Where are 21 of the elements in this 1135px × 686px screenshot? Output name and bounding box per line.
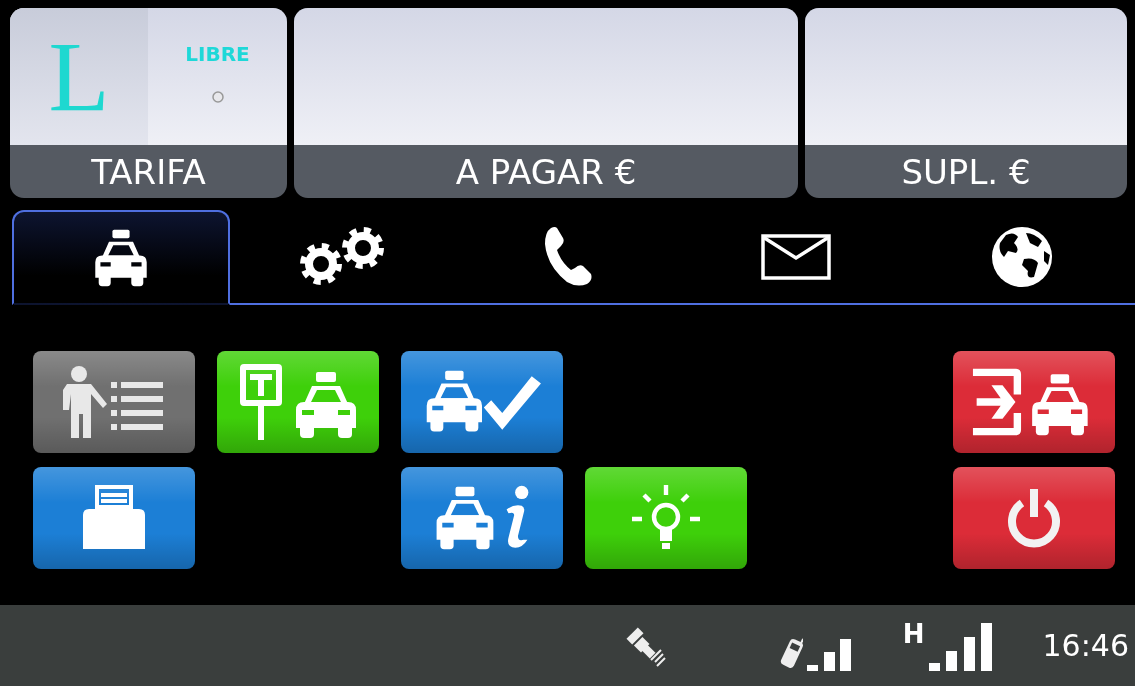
network-type: H	[902, 620, 925, 647]
panel-label: TARIFA	[90, 150, 207, 194]
action-button[interactable]	[585, 467, 747, 569]
taxi-stand-icon	[238, 362, 358, 442]
action-button[interactable]	[953, 351, 1115, 453]
panel-label: A PAGAR €	[454, 150, 638, 194]
panel-label: SUPL. €	[900, 150, 1032, 194]
tariff-letter: L	[48, 26, 110, 127]
action-button[interactable]	[217, 351, 379, 453]
action-button[interactable]	[401, 351, 563, 453]
tab[interactable]	[12, 210, 230, 305]
indicator-icon	[210, 90, 225, 104]
action-button[interactable]	[33, 351, 195, 453]
mail-icon	[760, 233, 831, 280]
signal-bars-icon	[928, 622, 993, 671]
action-button[interactable]	[401, 467, 563, 569]
globe-icon	[989, 224, 1054, 289]
clock-time: 16:46	[1042, 628, 1129, 663]
tariff-status: LIBRE	[185, 42, 250, 66]
action-button[interactable]	[33, 467, 195, 569]
action-button[interactable]	[953, 467, 1115, 569]
